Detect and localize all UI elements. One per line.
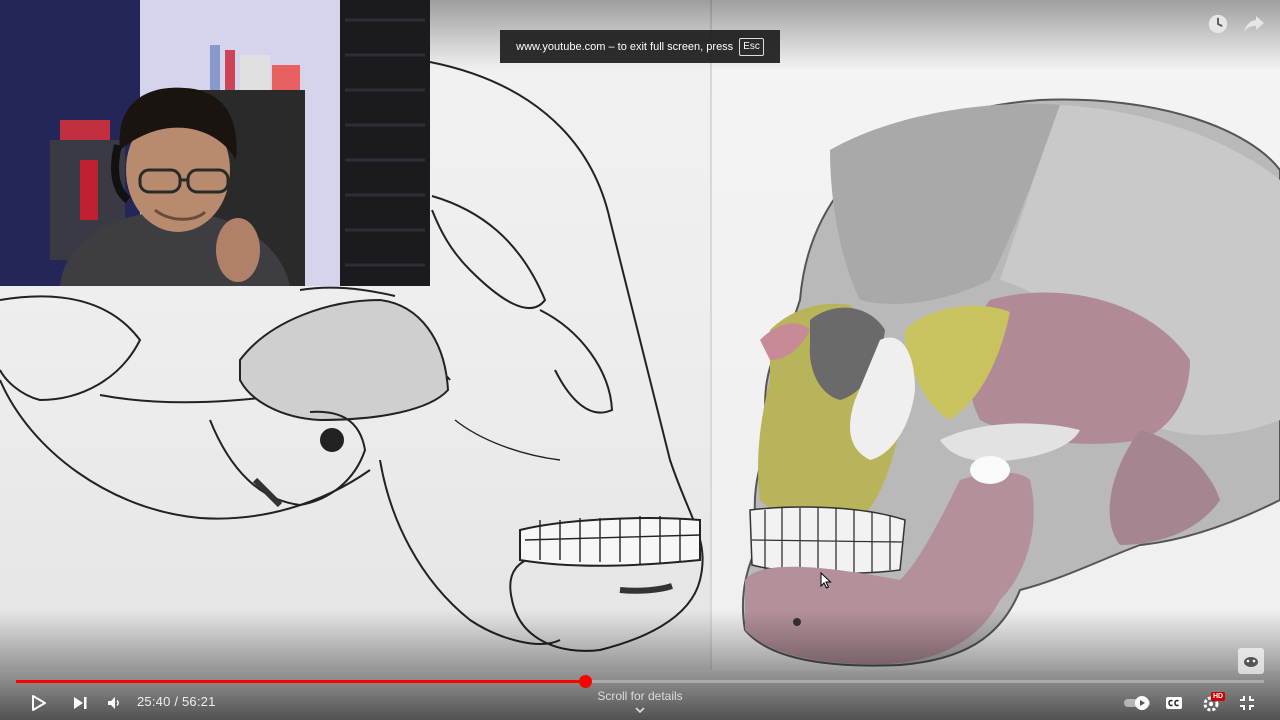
mouse-cursor-icon (820, 572, 832, 589)
next-button[interactable] (66, 688, 94, 718)
quality-hd-badge: HD (1211, 692, 1226, 701)
share-button[interactable] (1241, 11, 1267, 37)
channel-watermark-icon (1244, 657, 1258, 667)
streamer-webcam-scene (0, 0, 430, 286)
fullscreen-exit-toast: www.youtube.com – to exit full screen, p… (500, 30, 780, 63)
scroll-for-details[interactable]: Scroll for details (560, 689, 720, 703)
time-display: 25:40 / 56:21 (137, 694, 216, 709)
video-player[interactable]: www.youtube.com – to exit full screen, p… (0, 0, 1280, 720)
exit-fullscreen-button[interactable] (1234, 688, 1260, 718)
progress-played (16, 680, 585, 683)
esc-key-badge: Esc (739, 37, 764, 56)
webcam-overlay (0, 0, 430, 286)
settings-button[interactable]: HD (1198, 688, 1228, 718)
captions-button[interactable] (1161, 688, 1187, 718)
time-separator: / (170, 694, 182, 709)
current-time: 25:40 (137, 694, 171, 709)
next-track-icon (74, 697, 87, 709)
mute-button[interactable] (102, 688, 126, 718)
toast-text: www.youtube.com – to exit full screen, p… (516, 40, 734, 53)
duration: 56:21 (181, 694, 216, 709)
share-arrow-icon (1244, 16, 1264, 33)
play-icon (32, 695, 46, 711)
autoplay-toggle-icon (1124, 696, 1150, 710)
control-bar: 25:40 / 56:21 Scroll for details HD (0, 686, 1280, 720)
clock-icon (1208, 14, 1228, 34)
autoplay-toggle[interactable] (1122, 688, 1154, 718)
progress-bar[interactable] (16, 675, 1264, 688)
exit-fullscreen-icon (1240, 696, 1254, 710)
volume-icon (108, 697, 119, 709)
play-button[interactable] (24, 688, 54, 718)
channel-watermark[interactable] (1238, 648, 1264, 674)
cc-icon (1166, 697, 1182, 709)
chevron-down-icon[interactable] (633, 704, 647, 716)
watch-later-button[interactable] (1205, 11, 1231, 37)
